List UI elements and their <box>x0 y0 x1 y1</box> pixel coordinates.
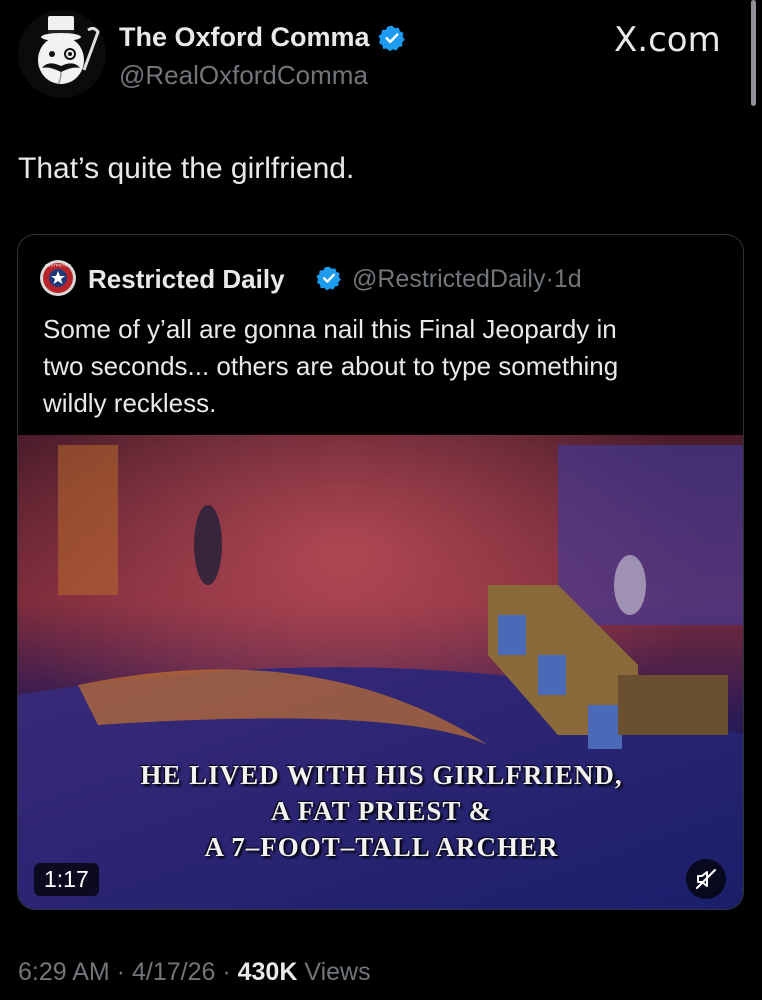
quoted-tweet-text: Some of y’all are gonna nail this Final … <box>43 311 723 422</box>
caption-line: HE LIVED WITH HIS GIRLFRIEND, <box>140 760 623 790</box>
quoted-text-line: Some of y’all are gonna nail this Final … <box>43 314 617 344</box>
avatar-ring-text: RESTRICTED <box>45 263 71 268</box>
meta-separator: · <box>545 265 554 293</box>
brand-watermark: X.com <box>614 20 721 60</box>
quoted-author-handle[interactable]: @RestrictedDaily <box>352 265 545 293</box>
verified-badge-icon <box>316 266 341 291</box>
video-caption: HE LIVED WITH HIS GIRLFRIEND, A FAT PRIE… <box>18 757 743 865</box>
quoted-meta: @RestrictedDaily·1d <box>352 265 582 294</box>
footer-separator: · <box>222 958 231 986</box>
muted-speaker-icon <box>696 869 716 889</box>
quoted-tweet-card[interactable]: RESTRICTED Restricted Daily @RestrictedD… <box>17 234 744 910</box>
author-handle[interactable]: @RealOxfordComma <box>119 60 368 91</box>
tweet-text: That’s quite the girlfriend. <box>18 152 355 185</box>
author-name[interactable]: The Oxford Comma <box>119 22 406 53</box>
quoted-author-name[interactable]: Restricted Daily <box>88 264 285 295</box>
caption-line: A FAT PRIEST & <box>270 796 493 826</box>
restricted-daily-avatar[interactable]: RESTRICTED <box>40 260 76 296</box>
quoted-text-line: wildly reckless. <box>43 388 217 418</box>
caption-line: A 7–FOOT–TALL ARCHER <box>204 832 559 862</box>
mute-button[interactable] <box>686 859 726 899</box>
quoted-text-line: two seconds... others are about to type … <box>43 351 619 381</box>
views-count[interactable]: 430K <box>238 958 298 986</box>
mustache-top-hat-avatar-icon <box>18 10 106 98</box>
author-avatar[interactable] <box>18 10 106 98</box>
views-label: Views <box>304 958 371 986</box>
post-time[interactable]: 6:29 AM <box>18 958 110 986</box>
post-date[interactable]: 4/17/26 <box>132 958 215 986</box>
quoted-age[interactable]: 1d <box>554 265 582 293</box>
video-player[interactable]: HE LIVED WITH HIS GIRLFRIEND, A FAT PRIE… <box>18 435 743 909</box>
footer-separator: · <box>116 958 126 986</box>
scrollbar[interactable] <box>751 0 756 106</box>
tweet-footer: 6:29 AM · 4/17/26 · 430K Views <box>18 958 371 987</box>
video-duration-badge: 1:17 <box>34 863 99 896</box>
verified-badge-icon <box>377 25 405 51</box>
author-name-text[interactable]: The Oxford Comma <box>119 22 370 53</box>
